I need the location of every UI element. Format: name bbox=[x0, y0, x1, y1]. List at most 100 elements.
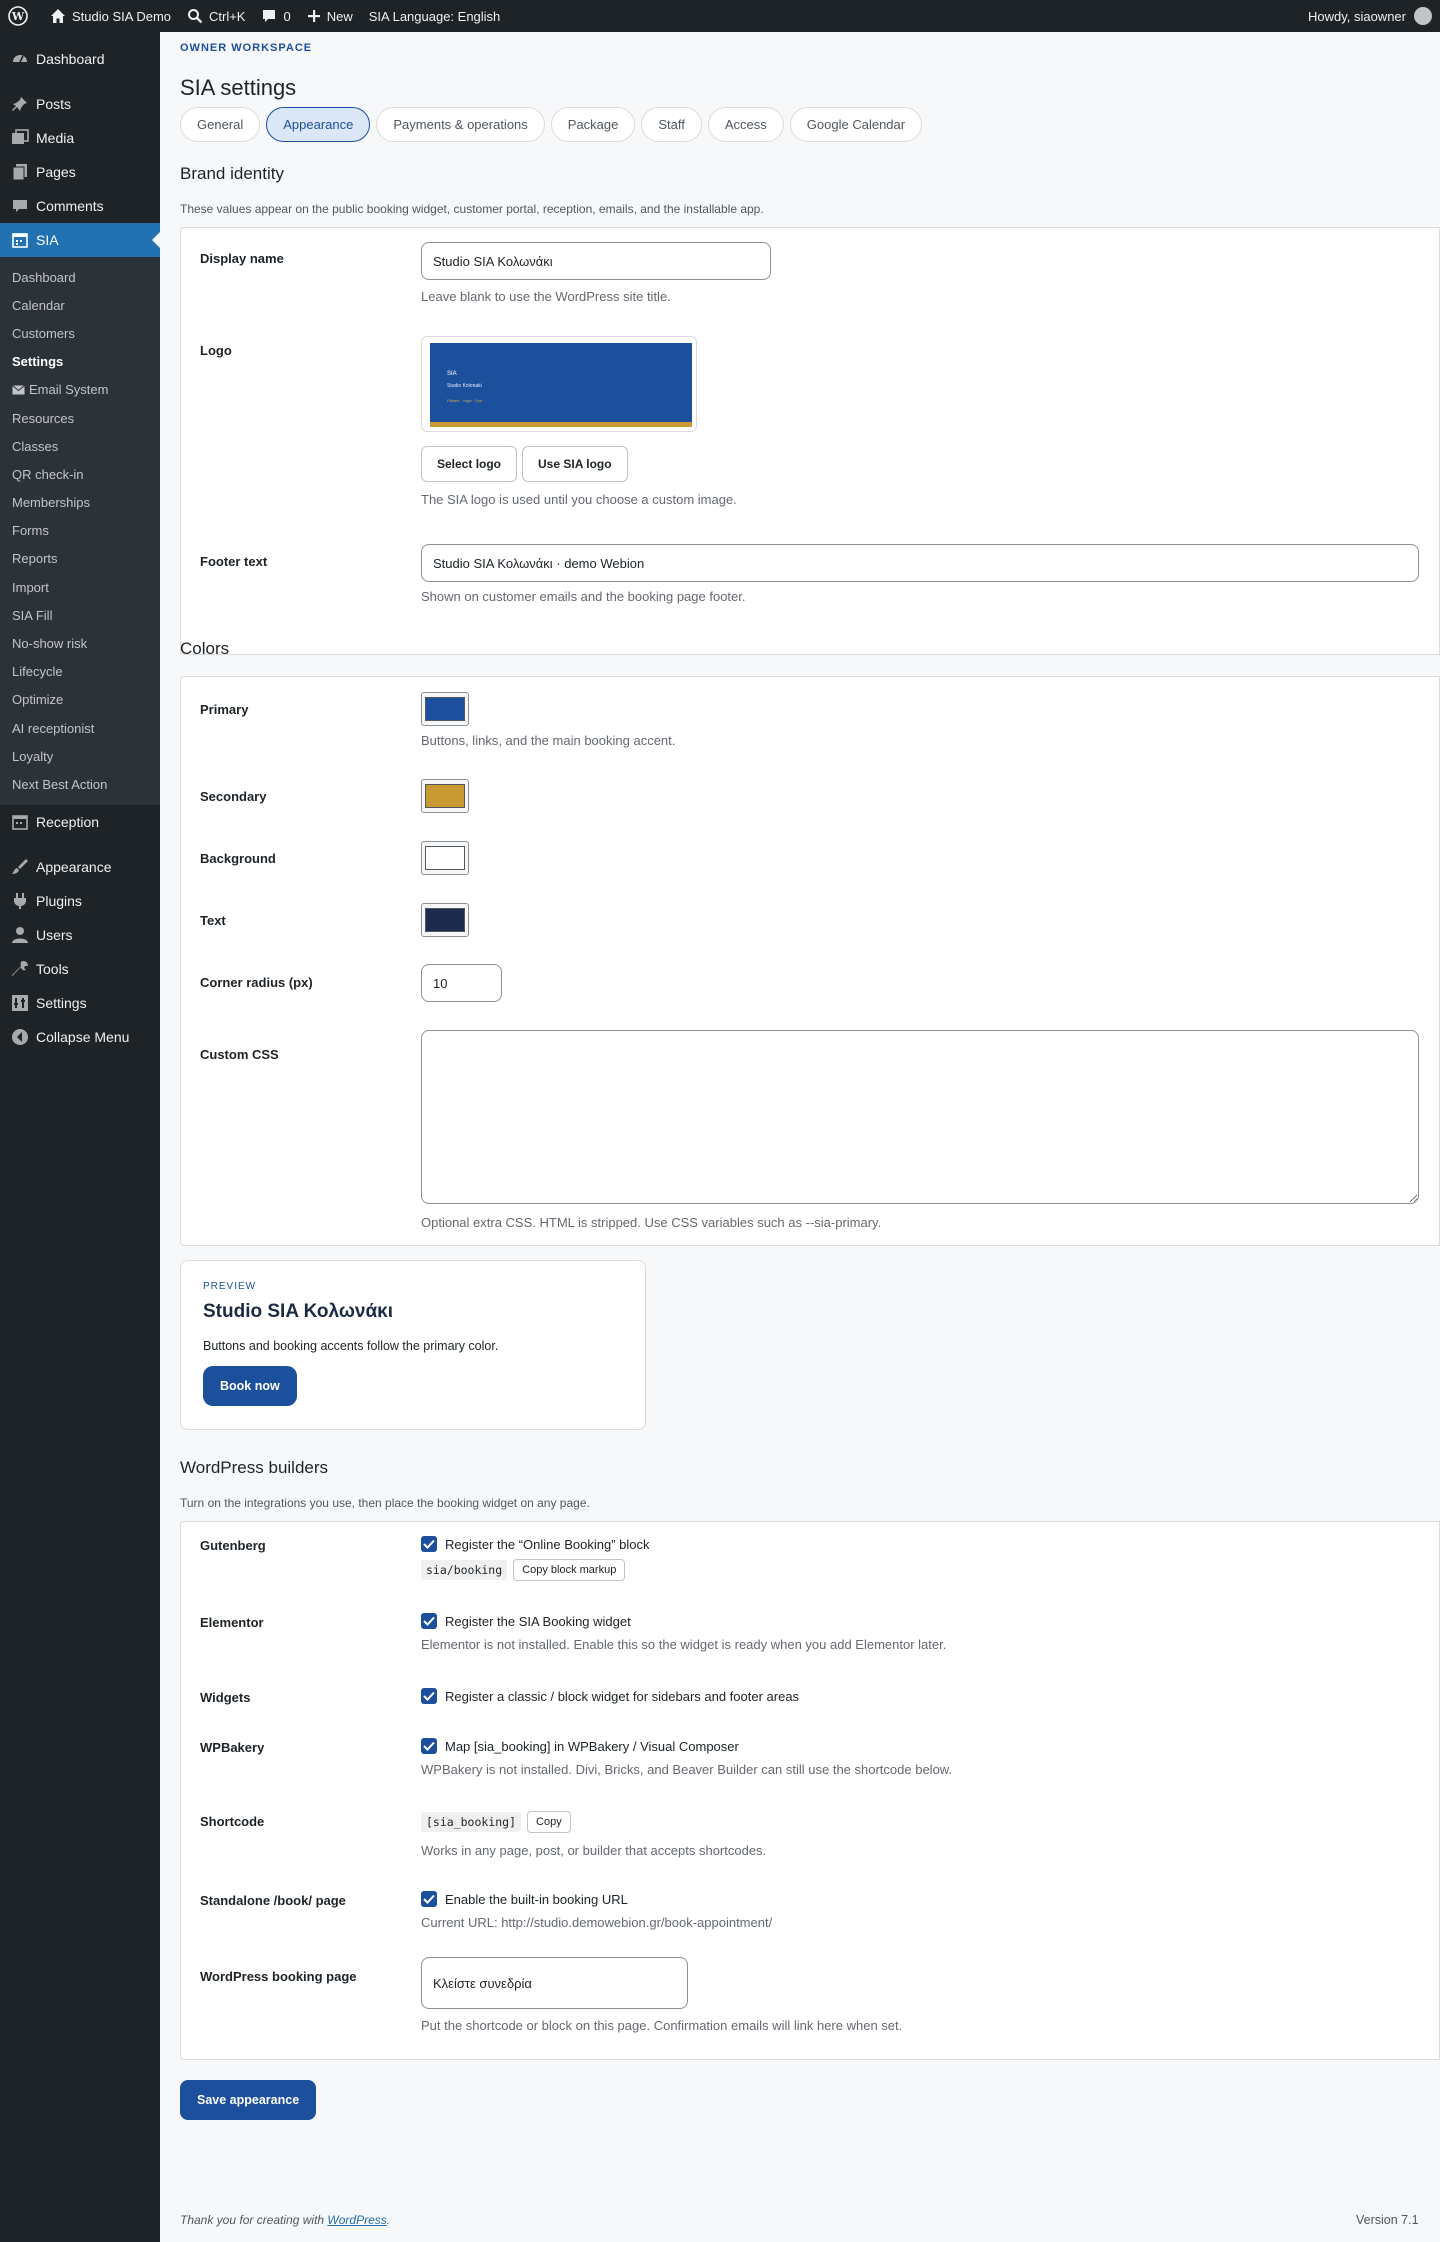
submenu-item-reports[interactable]: Reports bbox=[0, 545, 160, 573]
submenu-item-qr-check-in[interactable]: QR check-in bbox=[0, 460, 160, 488]
paintbrush-icon bbox=[10, 857, 30, 877]
sidebar-item-reception[interactable]: Reception bbox=[0, 805, 160, 839]
tab-appearance[interactable]: Appearance bbox=[266, 107, 371, 142]
background-color-picker[interactable] bbox=[421, 841, 469, 875]
comments-link[interactable]: 0 bbox=[253, 0, 298, 32]
standalone-checkbox[interactable] bbox=[421, 1891, 437, 1907]
book-now-button[interactable]: Book now bbox=[203, 1366, 297, 1406]
tab-general[interactable]: General bbox=[180, 107, 261, 142]
block-name-code: sia/booking bbox=[421, 1560, 508, 1580]
avatar bbox=[1414, 7, 1432, 25]
brand-identity-card: Display name Studio SIA Κολωνάκι Leave b… bbox=[180, 227, 1440, 655]
copy-shortcode-button[interactable]: Copy bbox=[527, 1811, 571, 1833]
wordpress-logo-icon[interactable]: W bbox=[0, 0, 42, 32]
sidebar-item-users[interactable]: Users bbox=[0, 918, 160, 952]
tab-payments-operations[interactable]: Payments & operations bbox=[376, 107, 545, 142]
sidebar-item-posts[interactable]: Posts bbox=[0, 87, 160, 121]
wpbakery-checkbox-row[interactable]: Map [sia_booking] in WPBakery / Visual C… bbox=[421, 1738, 952, 1754]
admin-footer-thanks: Thank you for creating with WordPress. bbox=[180, 2213, 390, 2227]
submenu-item-email-system[interactable]: Email System bbox=[0, 376, 160, 404]
logo-help: The SIA logo is used until you choose a … bbox=[421, 492, 737, 507]
tab-google-calendar[interactable]: Google Calendar bbox=[789, 107, 923, 142]
primary-color-picker[interactable] bbox=[421, 692, 469, 726]
language-switcher[interactable]: SIA Language: English bbox=[361, 0, 509, 32]
calendar-icon bbox=[10, 812, 30, 832]
submenu-item-forms[interactable]: Forms bbox=[0, 517, 160, 545]
sidebar-item-label: Appearance bbox=[36, 858, 112, 875]
plugin-icon bbox=[10, 891, 30, 911]
custom-css-textarea[interactable] bbox=[421, 1030, 1419, 1204]
builders-heading: WordPress builders bbox=[180, 1458, 329, 1477]
submenu-item-customers[interactable]: Customers bbox=[0, 319, 160, 347]
sidebar-item-plugins[interactable]: Plugins bbox=[0, 884, 160, 918]
gutenberg-checkbox-row[interactable]: Register the “Online Booking” block bbox=[421, 1536, 650, 1552]
widgets-checkbox[interactable] bbox=[421, 1688, 437, 1704]
sidebar-item-tools[interactable]: Tools bbox=[0, 952, 160, 986]
submenu-item-classes[interactable]: Classes bbox=[0, 432, 160, 460]
submenu-item-import[interactable]: Import bbox=[0, 573, 160, 601]
submenu-item-resources[interactable]: Resources bbox=[0, 404, 160, 432]
submenu-item-dashboard[interactable]: Dashboard bbox=[0, 263, 160, 291]
sidebar-item-comments[interactable]: Comments bbox=[0, 189, 160, 223]
copy-block-markup-button[interactable]: Copy block markup bbox=[513, 1559, 626, 1581]
svg-text:W: W bbox=[11, 10, 25, 23]
page-title: SIA settings bbox=[180, 75, 297, 100]
submenu-item-optimize[interactable]: Optimize bbox=[0, 686, 160, 714]
standalone-checkbox-label: Enable the built-in booking URL bbox=[445, 1891, 628, 1907]
elementor-checkbox[interactable] bbox=[421, 1613, 437, 1629]
submenu-item-no-show-risk[interactable]: No-show risk bbox=[0, 629, 160, 657]
sidebar-item-sia[interactable]: SIA bbox=[0, 223, 160, 257]
submenu-item-settings[interactable]: Settings bbox=[0, 348, 160, 376]
widgets-checkbox-row[interactable]: Register a classic / block widget for si… bbox=[421, 1688, 799, 1704]
widgets-label: Widgets bbox=[200, 1690, 251, 1705]
sidebar-item-label: Collapse Menu bbox=[36, 1028, 130, 1045]
tab-staff[interactable]: Staff bbox=[641, 107, 702, 142]
submenu-item-calendar[interactable]: Calendar bbox=[0, 291, 160, 319]
display-name-input[interactable]: Studio SIA Κολωνάκι bbox=[421, 242, 771, 280]
booking-page-select[interactable]: Κλείστε συνεδρία bbox=[421, 1957, 688, 2009]
site-name-link[interactable]: Studio SIA Demo bbox=[42, 0, 179, 32]
use-sia-logo-button[interactable]: Use SIA logo bbox=[522, 446, 628, 482]
preview-eyebrow: PREVIEW bbox=[203, 1281, 257, 1292]
sidebar-item-media[interactable]: Media bbox=[0, 121, 160, 155]
submenu-item-memberships[interactable]: Memberships bbox=[0, 489, 160, 517]
sidebar-item-label: Dashboard bbox=[36, 51, 105, 67]
standalone-checkbox-row[interactable]: Enable the built-in booking URL bbox=[421, 1891, 772, 1907]
corner-radius-input[interactable]: 10 bbox=[421, 964, 502, 1002]
wpbakery-checkbox[interactable] bbox=[421, 1738, 437, 1754]
text-color-picker[interactable] bbox=[421, 903, 469, 937]
sidebar-item-dashboard[interactable]: Dashboard bbox=[0, 42, 160, 76]
secondary-color-picker[interactable] bbox=[421, 779, 469, 813]
comments-count: 0 bbox=[283, 8, 291, 24]
submenu-item-sia-fill[interactable]: SIA Fill bbox=[0, 601, 160, 629]
collapse-menu-button[interactable]: Collapse Menu bbox=[0, 1020, 160, 1054]
submenu-item-ai-receptionist[interactable]: AI receptionist bbox=[0, 714, 160, 742]
sidebar-item-settings[interactable]: Settings bbox=[0, 986, 160, 1020]
sidebar-item-pages[interactable]: Pages bbox=[0, 155, 160, 189]
footer-text-input[interactable]: Studio SIA Κολωνάκι · demo Webion bbox=[421, 544, 1419, 582]
custom-css-help: Optional extra CSS. HTML is stripped. Us… bbox=[421, 1215, 882, 1230]
submenu-item-next-best-action[interactable]: Next Best Action bbox=[0, 770, 160, 798]
standalone-page-label: Standalone /book/ page bbox=[200, 1893, 346, 1908]
home-icon bbox=[51, 9, 65, 23]
preview-description: Buttons and booking accents follow the p… bbox=[203, 1339, 499, 1353]
submenu-item-lifecycle[interactable]: Lifecycle bbox=[0, 658, 160, 686]
search-shortcut[interactable]: Ctrl+K bbox=[179, 0, 253, 32]
submenu-item-loyalty[interactable]: Loyalty bbox=[0, 742, 160, 770]
sidebar-item-appearance[interactable]: Appearance bbox=[0, 850, 160, 884]
logo-image: SIA Studio Kolonaki Pilates · Yoga · Spa bbox=[430, 343, 692, 427]
save-appearance-button[interactable]: Save appearance bbox=[180, 2080, 317, 2120]
workspace-eyebrow: OWNER WORKSPACE bbox=[180, 42, 313, 54]
wordpress-link[interactable]: WordPress bbox=[327, 2213, 386, 2227]
tab-access[interactable]: Access bbox=[707, 107, 784, 142]
new-content-link[interactable]: New bbox=[299, 0, 361, 32]
account-menu[interactable]: Howdy, siaowner bbox=[1300, 0, 1440, 32]
checkmark-icon bbox=[423, 1894, 435, 1904]
elementor-checkbox-row[interactable]: Register the SIA Booking widget bbox=[421, 1613, 946, 1629]
tab-package[interactable]: Package bbox=[550, 107, 636, 142]
sidebar-item-label: Users bbox=[36, 926, 73, 943]
booking-page-label: WordPress booking page bbox=[200, 1969, 357, 1984]
text-color-label: Text bbox=[200, 913, 226, 928]
gutenberg-checkbox[interactable] bbox=[421, 1536, 437, 1552]
select-logo-button[interactable]: Select logo bbox=[421, 446, 518, 482]
